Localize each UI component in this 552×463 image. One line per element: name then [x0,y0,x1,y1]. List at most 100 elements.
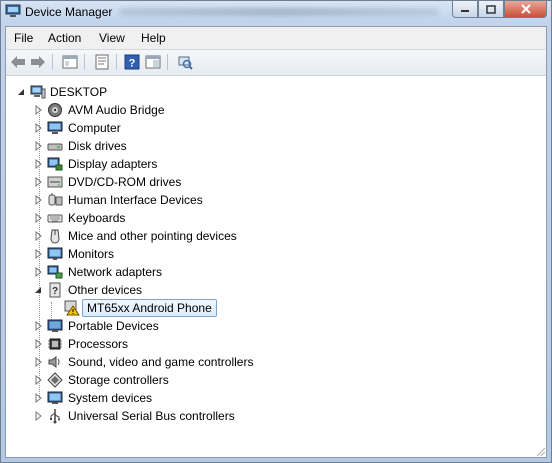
collapse-icon[interactable] [17,87,27,97]
tree-category-item[interactable]: Portable Devices [6,317,546,335]
back-icon [11,56,25,68]
window-controls [452,1,547,19]
maximize-button[interactable] [478,1,504,18]
expand-icon[interactable] [34,339,44,349]
expand-icon[interactable] [34,357,44,367]
computer-root-icon [30,85,46,99]
tree-item-label: Universal Serial Bus controllers [68,409,235,423]
expand-icon[interactable] [34,159,44,169]
forward-button[interactable] [29,53,47,71]
expand-icon[interactable] [34,231,44,241]
expand-icon[interactable] [34,393,44,403]
tree-category-item[interactable]: Display adapters [6,155,546,173]
menu-file[interactable]: File [14,31,33,45]
system-device-icon [47,391,63,404]
storage-controller-icon [47,372,63,388]
minimize-icon [461,10,469,12]
resize-grip-icon[interactable] [534,445,546,457]
tree-category-item[interactable]: AVM Audio Bridge [6,101,546,119]
menu-action[interactable]: Action [48,31,81,45]
expand-icon[interactable] [34,411,44,421]
svg-text:?: ? [52,286,58,297]
tree-category-item[interactable]: Processors [6,335,546,353]
expand-icon[interactable] [34,177,44,187]
expand-icon[interactable] [34,321,44,331]
portable-device-icon [47,319,63,332]
help-icon: ? [124,54,140,70]
toolbar-separator [84,54,85,70]
audio-icon [48,103,62,117]
toolbar-separator [116,54,117,70]
scan-hardware-icon [178,56,193,70]
tree-item-label: Human Interface Devices [68,193,203,207]
unknown-device-icon: ? [49,282,61,298]
tree-category-item[interactable]: Human Interface Devices [6,191,546,209]
tree-category-item[interactable]: Keyboards [6,209,546,227]
tree-item-label: Computer [68,121,121,135]
expand-icon[interactable] [34,267,44,277]
tree-item-label: Display adapters [68,157,158,171]
menu-view[interactable]: View [99,31,125,45]
forward-icon [31,56,45,68]
title-bar[interactable]: Device Manager [1,1,551,23]
dvd-drive-icon [47,176,63,188]
tree-item-label: Storage controllers [68,373,169,387]
tree-category-item[interactable]: Sound, video and game controllers [6,353,546,371]
tree-child-item[interactable]: MT65xx Android Phone [6,299,546,317]
minimize-button[interactable] [452,1,478,18]
expand-icon[interactable] [34,123,44,133]
properties-pane-button[interactable] [144,53,162,71]
tree-item-label: Sound, video and game controllers [68,355,254,369]
tree-item-label: Disk drives [68,139,127,153]
tree-category-item[interactable]: Universal Serial Bus controllers [6,407,546,425]
toolbar: ? [6,50,546,76]
usb-icon [50,409,60,424]
warning-device-icon [64,300,80,316]
tree-category-item[interactable]: System devices [6,389,546,407]
processor-icon [48,338,62,350]
tree-category-item[interactable]: ? Other devices [6,281,546,299]
monitor-icon [47,247,63,260]
back-button[interactable] [9,53,27,71]
tree-item-label: Network adapters [68,265,163,279]
maximize-icon [486,4,496,14]
tree-item-label: Mice and other pointing devices [68,229,237,243]
help-button[interactable]: ? [123,53,141,71]
menu-file-label: File [14,31,34,45]
show-hide-tree-icon [62,55,78,69]
tree-category-item[interactable]: Network adapters [6,263,546,281]
collapse-icon[interactable] [34,285,44,295]
svg-text:?: ? [129,58,136,70]
close-button[interactable] [504,1,547,18]
expand-icon[interactable] [34,375,44,385]
blurred-title-region [119,8,439,16]
tree-item-label: Keyboards [68,211,126,225]
device-tree: DESKTOP AVM Audio Bridge Computer Disk dri… [6,76,546,457]
toolbar-separator [52,54,53,70]
tree-category-item[interactable]: Disk drives [6,137,546,155]
tree-category-item[interactable]: Monitors [6,245,546,263]
tree-category-item[interactable]: DVD/CD-ROM drives [6,173,546,191]
tree-item-label: Other devices [68,283,143,297]
expand-icon[interactable] [34,141,44,151]
tree-category-item[interactable]: Computer [6,119,546,137]
menu-view-label: View [99,31,125,45]
properties-pane-icon [145,55,161,69]
hid-icon [48,193,63,206]
selected-device-label: MT65xx Android Phone [82,299,217,317]
expand-icon[interactable] [34,195,44,205]
tree-item-label: Processors [68,337,129,351]
properties-button[interactable] [93,53,111,71]
keyboard-icon [47,214,63,223]
disk-drive-icon [47,143,63,151]
show-hide-tree-button[interactable] [61,53,79,71]
tree-category-item[interactable]: Mice and other pointing devices [6,227,546,245]
window-title: Device Manager [25,5,113,19]
scan-hardware-button[interactable] [176,53,194,71]
expand-icon[interactable] [34,105,44,115]
menu-help[interactable]: Help [141,31,166,45]
expand-icon[interactable] [34,213,44,223]
tree-root-row[interactable]: DESKTOP [6,83,546,101]
expand-icon[interactable] [34,249,44,259]
tree-category-item[interactable]: Storage controllers [6,371,546,389]
